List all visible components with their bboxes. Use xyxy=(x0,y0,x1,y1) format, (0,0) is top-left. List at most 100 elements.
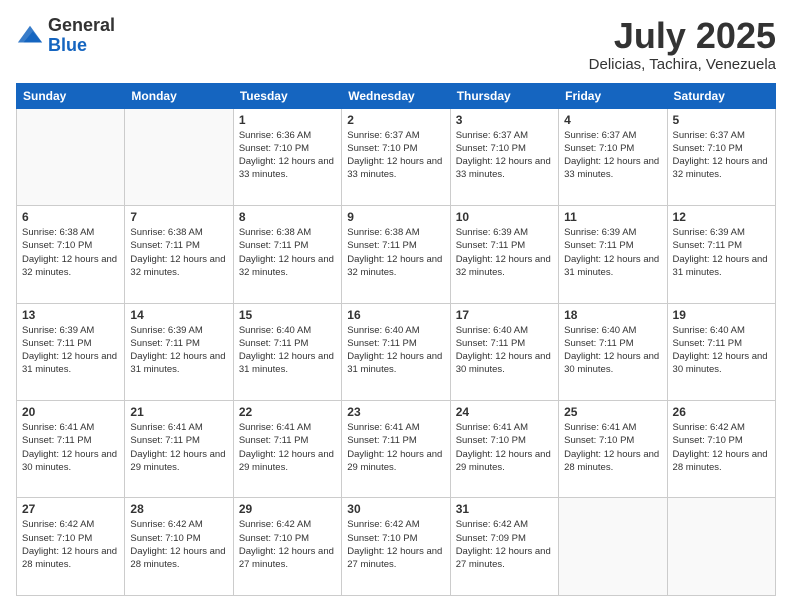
day-info: Sunrise: 6:37 AMSunset: 7:10 PMDaylight:… xyxy=(564,129,661,182)
cell-3-2: 14 Sunrise: 6:39 AMSunset: 7:11 PMDayligh… xyxy=(125,303,233,400)
day-info: Sunrise: 6:41 AMSunset: 7:11 PMDaylight:… xyxy=(130,421,227,474)
cell-2-4: 9 Sunrise: 6:38 AMSunset: 7:11 PMDaylight… xyxy=(342,206,450,303)
day-info: Sunrise: 6:40 AMSunset: 7:11 PMDaylight:… xyxy=(239,324,336,377)
day-number: 14 xyxy=(130,308,227,322)
col-friday: Friday xyxy=(559,83,667,108)
col-wednesday: Wednesday xyxy=(342,83,450,108)
cell-2-5: 10 Sunrise: 6:39 AMSunset: 7:11 PMDayligh… xyxy=(450,206,558,303)
logo: General Blue xyxy=(16,16,115,56)
day-info: Sunrise: 6:38 AMSunset: 7:11 PMDaylight:… xyxy=(347,226,444,279)
cell-3-6: 18 Sunrise: 6:40 AMSunset: 7:11 PMDayligh… xyxy=(559,303,667,400)
day-number: 18 xyxy=(564,308,661,322)
cell-1-5: 3 Sunrise: 6:37 AMSunset: 7:10 PMDaylight… xyxy=(450,108,558,205)
cell-3-4: 16 Sunrise: 6:40 AMSunset: 7:11 PMDayligh… xyxy=(342,303,450,400)
cell-1-2 xyxy=(125,108,233,205)
day-info: Sunrise: 6:39 AMSunset: 7:11 PMDaylight:… xyxy=(22,324,119,377)
day-number: 16 xyxy=(347,308,444,322)
cell-3-3: 15 Sunrise: 6:40 AMSunset: 7:11 PMDayligh… xyxy=(233,303,341,400)
header: General Blue July 2025 Delicias, Tachira… xyxy=(16,16,776,73)
day-info: Sunrise: 6:42 AMSunset: 7:10 PMDaylight:… xyxy=(239,518,336,571)
cell-4-2: 21 Sunrise: 6:41 AMSunset: 7:11 PMDayligh… xyxy=(125,401,233,498)
cell-1-6: 4 Sunrise: 6:37 AMSunset: 7:10 PMDaylight… xyxy=(559,108,667,205)
day-number: 2 xyxy=(347,113,444,127)
day-number: 9 xyxy=(347,210,444,224)
day-number: 3 xyxy=(456,113,553,127)
day-info: Sunrise: 6:39 AMSunset: 7:11 PMDaylight:… xyxy=(456,226,553,279)
logo-general: General xyxy=(48,16,115,36)
day-number: 5 xyxy=(673,113,770,127)
day-info: Sunrise: 6:37 AMSunset: 7:10 PMDaylight:… xyxy=(673,129,770,182)
day-number: 28 xyxy=(130,502,227,516)
day-number: 23 xyxy=(347,405,444,419)
day-number: 25 xyxy=(564,405,661,419)
day-info: Sunrise: 6:38 AMSunset: 7:10 PMDaylight:… xyxy=(22,226,119,279)
cell-3-7: 19Sunrise: 6:40 AMSunset: 7:11 PMDayligh… xyxy=(667,303,775,400)
cell-4-4: 23Sunrise: 6:41 AMSunset: 7:11 PMDayligh… xyxy=(342,401,450,498)
cell-4-1: 20Sunrise: 6:41 AMSunset: 7:11 PMDayligh… xyxy=(17,401,125,498)
day-info: Sunrise: 6:39 AMSunset: 7:11 PMDaylight:… xyxy=(564,226,661,279)
cell-1-1 xyxy=(17,108,125,205)
day-info: Sunrise: 6:41 AMSunset: 7:10 PMDaylight:… xyxy=(456,421,553,474)
day-info: Sunrise: 6:42 AMSunset: 7:10 PMDaylight:… xyxy=(673,421,770,474)
day-info: Sunrise: 6:37 AMSunset: 7:10 PMDaylight:… xyxy=(456,129,553,182)
cell-5-6 xyxy=(559,498,667,596)
page: General Blue July 2025 Delicias, Tachira… xyxy=(0,0,792,612)
day-info: Sunrise: 6:41 AMSunset: 7:10 PMDaylight:… xyxy=(564,421,661,474)
day-info: Sunrise: 6:38 AMSunset: 7:11 PMDaylight:… xyxy=(239,226,336,279)
day-info: Sunrise: 6:42 AMSunset: 7:10 PMDaylight:… xyxy=(347,518,444,571)
day-number: 11 xyxy=(564,210,661,224)
day-number: 10 xyxy=(456,210,553,224)
logo-icon xyxy=(16,22,44,50)
day-info: Sunrise: 6:42 AMSunset: 7:10 PMDaylight:… xyxy=(130,518,227,571)
month-title: July 2025 xyxy=(589,16,776,56)
day-info: Sunrise: 6:41 AMSunset: 7:11 PMDaylight:… xyxy=(239,421,336,474)
cell-2-6: 11 Sunrise: 6:39 AMSunset: 7:11 PMDayligh… xyxy=(559,206,667,303)
cell-3-5: 17 Sunrise: 6:40 AMSunset: 7:11 PMDayligh… xyxy=(450,303,558,400)
cell-3-1: 13 Sunrise: 6:39 AMSunset: 7:11 PMDayligh… xyxy=(17,303,125,400)
week-row-4: 20 Sunrise: 6:41 AMSunset: 7:11 PMDayligh… xyxy=(17,401,776,498)
cell-5-5: 31 Sunrise: 6:42 AMSunset: 7:09 PMDayligh… xyxy=(450,498,558,596)
day-info: Sunrise: 6:37 AMSunset: 7:10 PMDaylight:… xyxy=(347,129,444,182)
day-number: 20 xyxy=(22,405,119,419)
day-number: 30 xyxy=(347,502,444,516)
cell-5-1: 27 Sunrise: 6:42 AMSunset: 7:10 PMDayligh… xyxy=(17,498,125,596)
day-number: 21 xyxy=(130,405,227,419)
day-info: Sunrise: 6:40 AMSunset: 7:11 PMDaylight:… xyxy=(564,324,661,377)
calendar-table: Sunday Monday Tuesday Wednesday Thursday… xyxy=(16,83,776,596)
day-info: Sunrise: 6:38 AMSunset: 7:11 PMDaylight:… xyxy=(130,226,227,279)
day-number: 22 xyxy=(239,405,336,419)
cell-5-2: 28 Sunrise: 6:42 AMSunset: 7:10 PMDayligh… xyxy=(125,498,233,596)
day-number: 15 xyxy=(239,308,336,322)
day-info: Sunrise: 6:42 AMSunset: 7:09 PMDaylight:… xyxy=(456,518,553,571)
week-row-1: 1Sunrise: 6:36 AMSunset: 7:10 PMDaylight… xyxy=(17,108,776,205)
col-thursday: Thursday xyxy=(450,83,558,108)
day-number: 1 xyxy=(239,113,336,127)
cell-4-3: 22 Sunrise: 6:41 AMSunset: 7:11 PMDayligh… xyxy=(233,401,341,498)
col-saturday: Saturday xyxy=(667,83,775,108)
week-row-2: 6Sunrise: 6:38 AMSunset: 7:10 PMDaylight… xyxy=(17,206,776,303)
day-number: 27 xyxy=(22,502,119,516)
cell-2-3: 8Sunrise: 6:38 AMSunset: 7:11 PMDaylight… xyxy=(233,206,341,303)
day-number: 7 xyxy=(130,210,227,224)
cell-5-7 xyxy=(667,498,775,596)
day-number: 13 xyxy=(22,308,119,322)
cell-1-4: 2 Sunrise: 6:37 AMSunset: 7:10 PMDaylight… xyxy=(342,108,450,205)
day-number: 4 xyxy=(564,113,661,127)
cell-1-3: 1Sunrise: 6:36 AMSunset: 7:10 PMDaylight… xyxy=(233,108,341,205)
day-info: Sunrise: 6:40 AMSunset: 7:11 PMDaylight:… xyxy=(456,324,553,377)
cell-4-6: 25 Sunrise: 6:41 AMSunset: 7:10 PMDayligh… xyxy=(559,401,667,498)
day-number: 31 xyxy=(456,502,553,516)
title-block: July 2025 Delicias, Tachira, Venezuela xyxy=(589,16,776,73)
cell-1-7: 5 Sunrise: 6:37 AMSunset: 7:10 PMDaylight… xyxy=(667,108,775,205)
cell-5-4: 30 Sunrise: 6:42 AMSunset: 7:10 PMDayligh… xyxy=(342,498,450,596)
day-info: Sunrise: 6:42 AMSunset: 7:10 PMDaylight:… xyxy=(22,518,119,571)
cell-4-7: 26Sunrise: 6:42 AMSunset: 7:10 PMDayligh… xyxy=(667,401,775,498)
week-row-3: 13 Sunrise: 6:39 AMSunset: 7:11 PMDayligh… xyxy=(17,303,776,400)
day-number: 17 xyxy=(456,308,553,322)
col-tuesday: Tuesday xyxy=(233,83,341,108)
col-sunday: Sunday xyxy=(17,83,125,108)
cell-2-7: 12Sunrise: 6:39 AMSunset: 7:11 PMDayligh… xyxy=(667,206,775,303)
day-info: Sunrise: 6:40 AMSunset: 7:11 PMDaylight:… xyxy=(347,324,444,377)
day-info: Sunrise: 6:39 AMSunset: 7:11 PMDaylight:… xyxy=(130,324,227,377)
day-number: 19 xyxy=(673,308,770,322)
